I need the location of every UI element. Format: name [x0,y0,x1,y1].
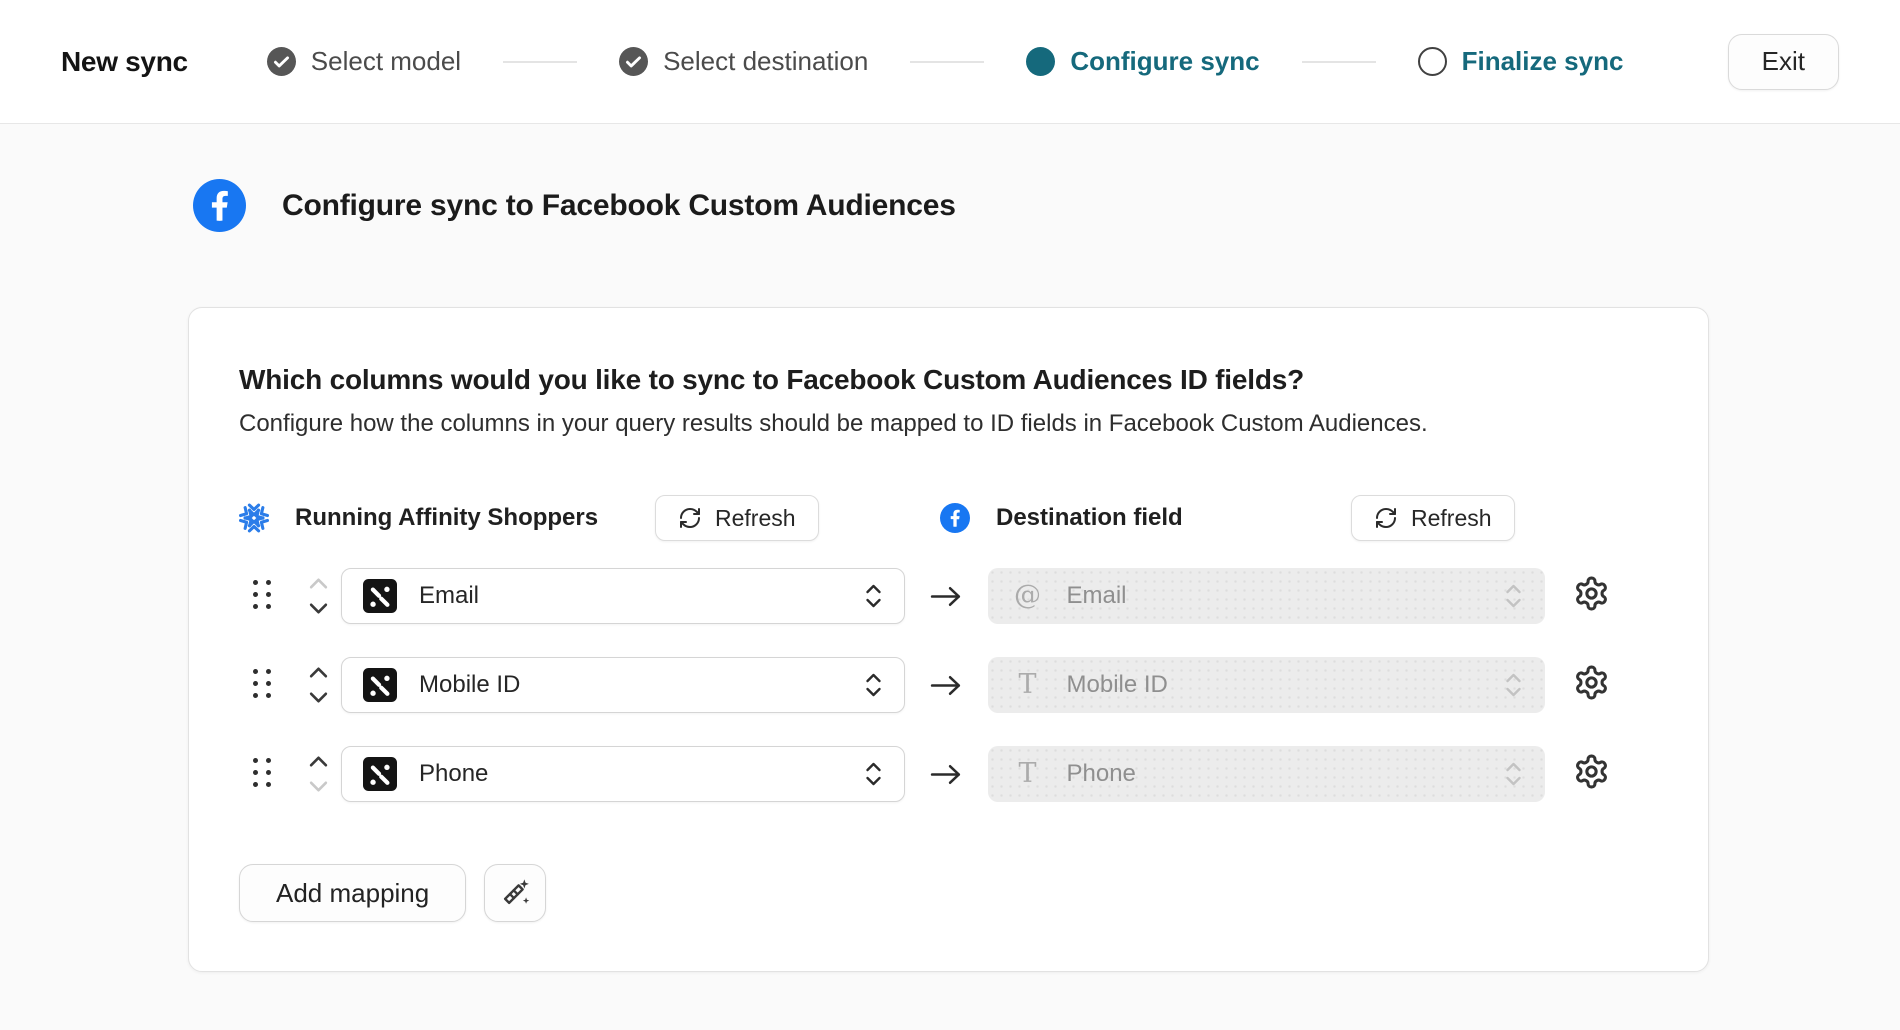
card-description: Configure how the columns in your query … [239,410,1658,438]
column-type-icon [363,579,397,613]
reorder-controls [295,577,341,615]
destination-field-label: Destination field [996,504,1183,532]
destination-field-value: Email [1067,582,1481,610]
text-type-icon: T [1011,668,1045,702]
source-column-value: Email [419,582,841,610]
move-up-button[interactable] [308,666,329,679]
wizard-title: New sync [61,46,188,78]
source-column-value: Mobile ID [419,671,841,699]
column-type-icon [363,668,397,702]
mapping-settings-button[interactable] [1573,753,1610,790]
source-model-name: Running Affinity Shoppers [295,504,598,532]
step-label: Configure sync [1070,46,1259,77]
step-configure-sync[interactable]: Configure sync [1026,46,1259,77]
step-finalize-sync[interactable]: Finalize sync [1418,46,1624,77]
reorder-controls [295,666,341,704]
destination-field-value: Mobile ID [1067,671,1481,699]
select-caret-icon [863,670,884,700]
destination-header: Destination field [940,494,1183,542]
mapping-row-email: Email @ Email [239,568,1658,624]
drag-handle-icon[interactable] [253,758,271,790]
drag-handle-icon[interactable] [253,580,271,612]
source-column-select[interactable]: Mobile ID [341,657,905,713]
exit-button[interactable]: Exit [1728,34,1839,90]
destination-field-select: T Mobile ID [988,657,1545,713]
magic-wand-icon [499,877,531,909]
refresh-label: Refresh [715,505,796,532]
step-select-model[interactable]: Select model [267,46,461,77]
check-circle-icon [619,47,648,76]
destination-field-value: Phone [1067,760,1481,788]
move-down-button[interactable] [308,780,329,793]
select-caret-icon [1503,759,1524,789]
step-label: Select model [311,46,461,77]
maps-to-arrow-icon [905,673,988,698]
mapping-card: Which columns would you like to sync to … [188,307,1709,972]
mapping-rows: Email @ Email [239,568,1658,802]
source-column-select[interactable]: Phone [341,746,905,802]
add-mapping-button[interactable]: Add mapping [239,864,466,922]
facebook-icon [940,503,970,533]
wizard-topbar: New sync Select model Select destination… [0,0,1900,124]
gear-icon [1573,753,1610,790]
step-connector [910,61,984,63]
refresh-label: Refresh [1411,505,1492,532]
move-up-button[interactable] [308,755,329,768]
page-title: Configure sync to Facebook Custom Audien… [282,189,956,223]
source-column-value: Phone [419,760,841,788]
destination-field-select: T Phone [988,746,1545,802]
auto-map-button[interactable] [484,864,546,922]
source-header: Running Affinity Shoppers [239,494,598,542]
step-label: Select destination [663,46,868,77]
maps-to-arrow-icon [905,762,988,787]
move-down-button[interactable] [308,691,329,704]
refresh-icon [1374,506,1398,530]
card-footer-actions: Add mapping [239,864,1658,922]
mapping-settings-button[interactable] [1573,664,1610,701]
reorder-controls [295,755,341,793]
gear-icon [1573,575,1610,612]
gear-icon [1573,664,1610,701]
snowflake-icon [239,503,269,533]
column-type-icon [363,757,397,791]
mapping-settings-button[interactable] [1573,575,1610,612]
select-caret-icon [1503,670,1524,700]
text-type-icon: T [1011,757,1045,791]
mapping-row-phone: Phone T Phone [239,746,1658,802]
step-connector [1302,61,1376,63]
empty-step-circle-icon [1418,47,1447,76]
step-connector [503,61,577,63]
check-circle-icon [267,47,296,76]
wizard-stepper: Select model Select destination Configur… [267,46,1624,77]
destination-refresh-button[interactable]: Refresh [1351,495,1515,541]
mapping-row-mobile-id: Mobile ID T Mobile ID [239,657,1658,713]
email-type-icon: @ [1011,579,1045,613]
refresh-icon [678,506,702,530]
columns-header: Running Affinity Shoppers Refresh Destin… [239,494,1658,542]
facebook-icon [193,179,246,232]
source-column-select[interactable]: Email [341,568,905,624]
card-question: Which columns would you like to sync to … [239,364,1658,396]
maps-to-arrow-icon [905,584,988,609]
select-caret-icon [863,759,884,789]
source-refresh-button[interactable]: Refresh [655,495,819,541]
drag-handle-icon[interactable] [253,669,271,701]
select-caret-icon [863,581,884,611]
move-up-button[interactable] [308,577,329,590]
destination-field-select: @ Email [988,568,1545,624]
page-heading: Configure sync to Facebook Custom Audien… [193,179,1900,232]
move-down-button[interactable] [308,602,329,615]
select-caret-icon [1503,581,1524,611]
step-select-destination[interactable]: Select destination [619,46,868,77]
current-step-dot-icon [1026,47,1055,76]
step-label: Finalize sync [1462,46,1624,77]
